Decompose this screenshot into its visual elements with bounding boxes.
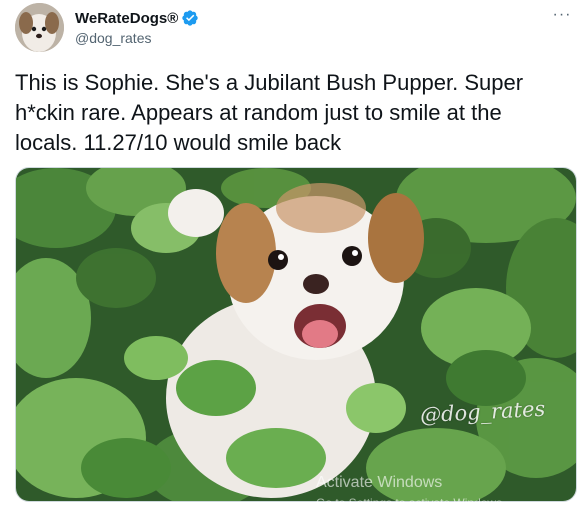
tweet-media-photo[interactable]: [15, 167, 577, 502]
puppy-photo: [16, 168, 576, 501]
author-display-name[interactable]: WeRateDogs®: [75, 10, 178, 27]
author-avatar[interactable]: [15, 3, 64, 52]
display-name-row: WeRateDogs®: [75, 8, 199, 28]
more-options-icon[interactable]: ···: [551, 6, 573, 24]
activate-windows-title: Activate Windows: [316, 474, 443, 491]
activate-windows-subtitle: Go to Settings to activate Windows.: [316, 496, 506, 510]
dog-avatar-image: [15, 3, 64, 52]
author-handle[interactable]: @dog_rates: [75, 30, 199, 46]
tweet-text: This is Sophie. She's a Jubilant Bush Pu…: [15, 70, 530, 155]
tweet-author: WeRateDogs® @dog_rates: [75, 8, 199, 46]
verified-badge-icon: [182, 10, 198, 26]
